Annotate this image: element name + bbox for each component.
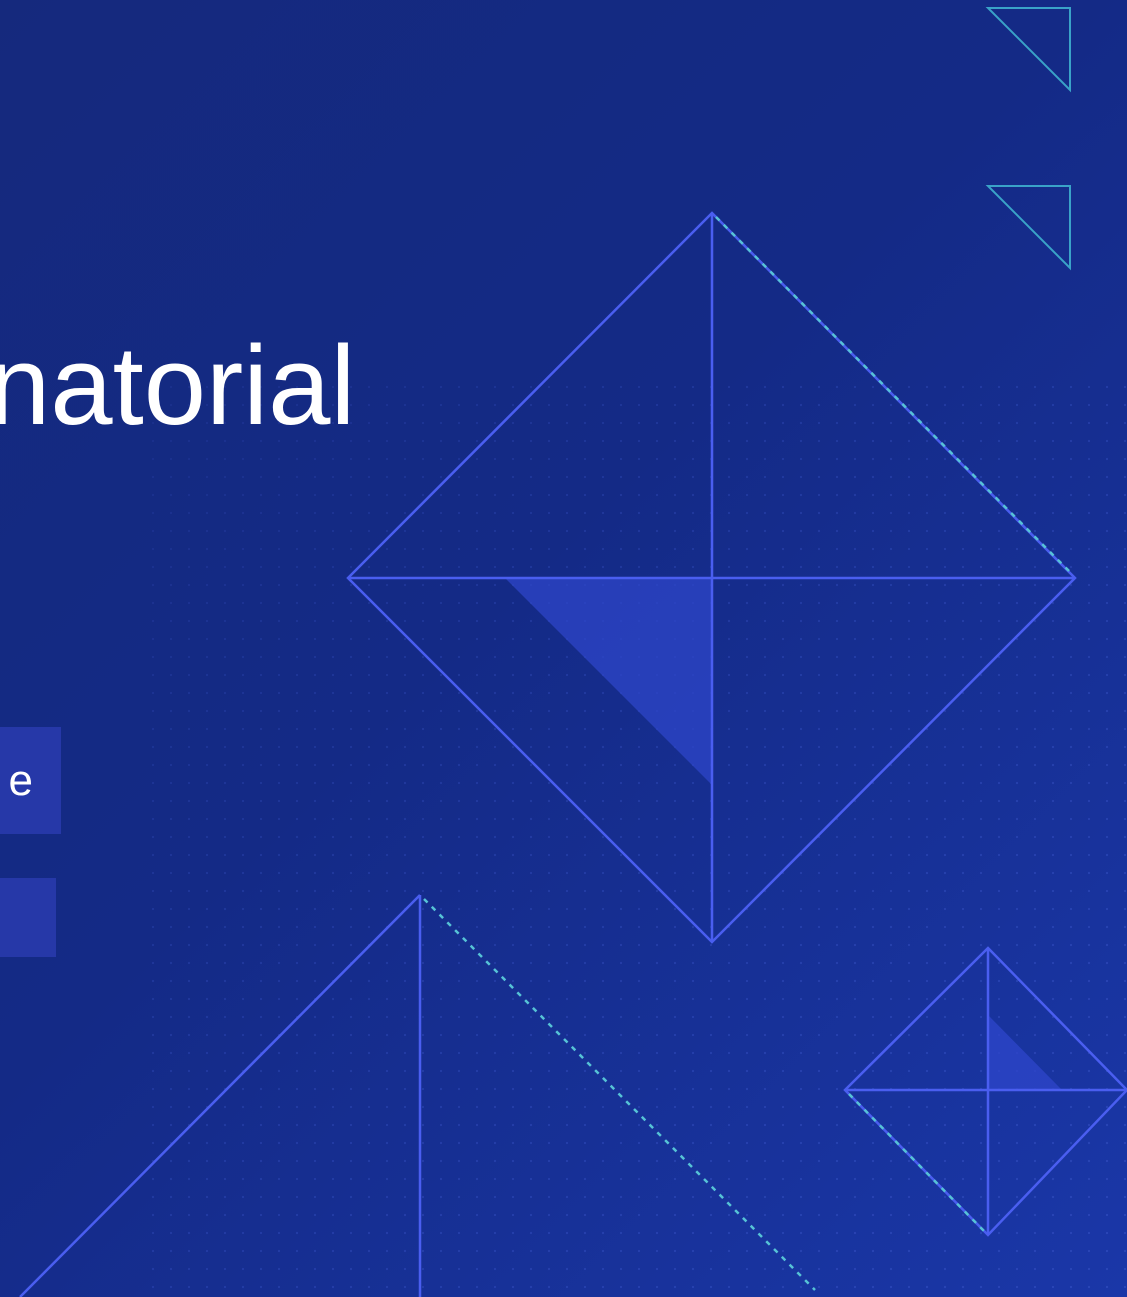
label-box-first-text: e xyxy=(8,755,33,805)
triangle-outline-top xyxy=(985,7,1071,93)
slide-canvas: natorial e xyxy=(0,0,1127,1297)
dot-texture xyxy=(150,380,1127,1297)
geometric-background xyxy=(19,7,1127,1297)
slide-title: natorial xyxy=(0,323,356,448)
label-box-second xyxy=(0,878,56,957)
label-box-first: e xyxy=(0,727,61,834)
triangle-outline-second xyxy=(985,185,1071,271)
